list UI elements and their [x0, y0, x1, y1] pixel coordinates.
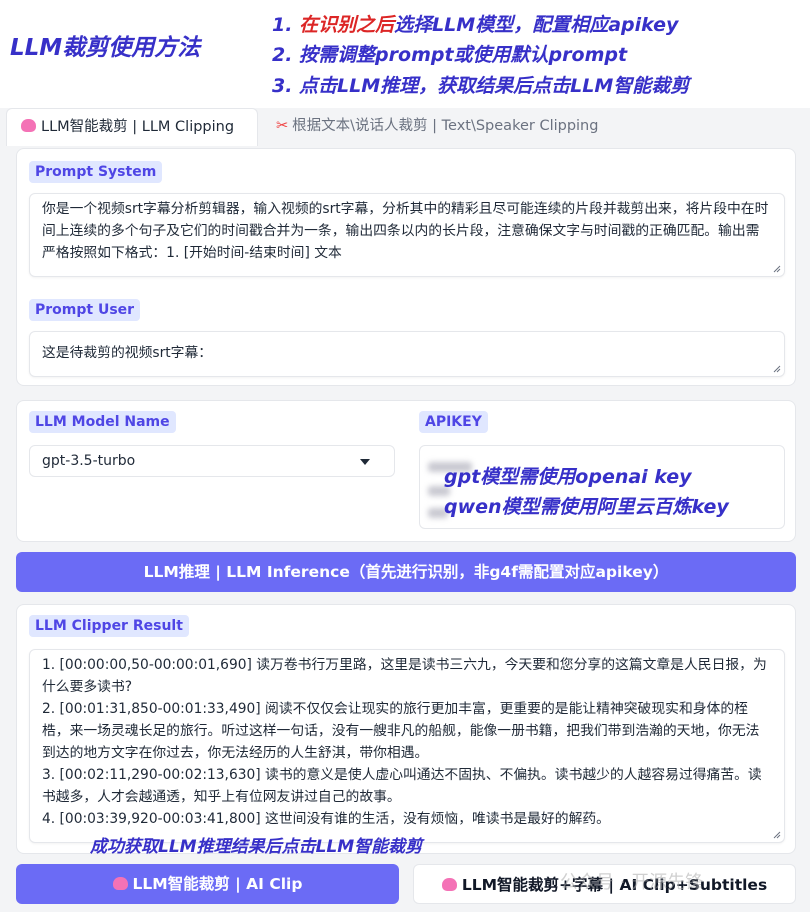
prompt-user-textarea[interactable]: 这是待裁剪的视频srt字幕： [29, 331, 785, 377]
tab-text-speaker-label: 根据文本\说话人裁剪 | Text\Speaker Clipping [292, 118, 599, 134]
llm-model-label: LLM Model Name [29, 411, 176, 433]
resize-handle-icon[interactable] [773, 365, 781, 373]
prompt-panel: Prompt System 你是一个视频srt字幕分析剪辑器，输入视频的srt字… [16, 148, 796, 386]
watermark: 公众号 · 开源先锋 [560, 872, 704, 893]
guide-header: LLM裁剪使用方法 1. 在识别之后选择LLM模型，配置相应apikey 2. … [0, 0, 810, 108]
chevron-down-icon [360, 459, 370, 465]
resize-handle-icon[interactable] [773, 265, 781, 273]
prompt-system-textarea[interactable]: 你是一个视频srt字幕分析剪辑器，输入视频的srt字幕，分析其中的精彩且尽可能连… [29, 193, 785, 277]
scissors-icon: ✂ [276, 118, 289, 134]
tab-bar: LLM智能裁剪 | LLM Clipping ✂ 根据文本\说话人裁剪 | Tex… [0, 108, 810, 146]
tab-llm-clipping-label: LLM智能裁剪 | LLM Clipping [41, 119, 235, 135]
model-panel: LLM Model Name gpt-3.5-turbo APIKEY gpt模… [16, 400, 796, 542]
result-line: 4. [00:03:39,920-00:03:41,800] 这世间没有谁的生活… [42, 811, 610, 827]
step1-prefix: 1. [272, 14, 300, 36]
ai-clip-button-label: LLM智能裁剪 | AI Clip [132, 875, 303, 893]
apikey-input[interactable]: gpt模型需使用openai key qwen模型需使用阿里云百炼key [419, 445, 785, 529]
ai-clip-button[interactable]: LLM智能裁剪 | AI Clip [16, 864, 399, 904]
brain-icon [441, 878, 457, 891]
result-line: 2. [00:01:31,850-00:01:33,490] 阅读不仅仅会让现实… [42, 701, 760, 761]
prompt-user-text: 这是待裁剪的视频srt字幕： [42, 345, 213, 361]
apikey-note-openai: gpt模型需使用openai key [444, 466, 692, 488]
step1-highlight: 在识别之后 [299, 14, 395, 36]
apikey-note-qwen: qwen模型需使用阿里云百炼key [444, 496, 729, 518]
prompt-user-label: Prompt User [29, 299, 141, 321]
result-panel: LLM Clipper Result 1. [00:00:00,50-00:00… [16, 604, 796, 854]
prompt-system-text: 你是一个视频srt字幕分析剪辑器，输入视频的srt字幕，分析其中的精彩且尽可能连… [42, 201, 769, 261]
llm-model-value: gpt-3.5-turbo [42, 453, 136, 469]
prompt-system-label: Prompt System [29, 161, 163, 183]
tab-text-speaker-clipping[interactable]: ✂ 根据文本\说话人裁剪 | Text\Speaker Clipping [262, 108, 612, 146]
success-note: 成功获取LLM推理结果后点击LLM智能裁剪 [90, 837, 423, 857]
result-textarea[interactable]: 1. [00:00:00,50-00:00:01,690] 读万卷书行万里路，这… [29, 649, 785, 843]
guide-title: LLM裁剪使用方法 [10, 35, 201, 61]
llm-inference-button[interactable]: LLM推理 | LLM Inference（首先进行识别，非g4f需配置对应ap… [16, 552, 796, 592]
result-line: 1. [00:00:00,50-00:00:01,690] 读万卷书行万里路，这… [42, 657, 767, 695]
llm-model-select[interactable]: gpt-3.5-turbo [29, 445, 395, 477]
guide-step-3: 3. 点击LLM推理，获取结果后点击LLM智能裁剪 [272, 75, 690, 97]
brain-icon [112, 877, 128, 890]
resize-handle-icon[interactable] [773, 831, 781, 839]
tab-llm-clipping[interactable]: LLM智能裁剪 | LLM Clipping [6, 108, 258, 146]
result-line: 3. [00:02:11,290-00:02:13,630] 读书的意义是使人虚… [42, 767, 762, 805]
brain-icon [21, 119, 36, 132]
guide-step-1: 1. 在识别之后选择LLM模型，配置相应apikey [272, 10, 678, 37]
guide-step-2: 2. 按需调整prompt或使用默认prompt [272, 44, 628, 66]
apikey-label: APIKEY [419, 411, 488, 433]
result-label: LLM Clipper Result [29, 615, 189, 637]
step1-rest: 选择LLM模型，配置相应apikey [394, 14, 679, 36]
